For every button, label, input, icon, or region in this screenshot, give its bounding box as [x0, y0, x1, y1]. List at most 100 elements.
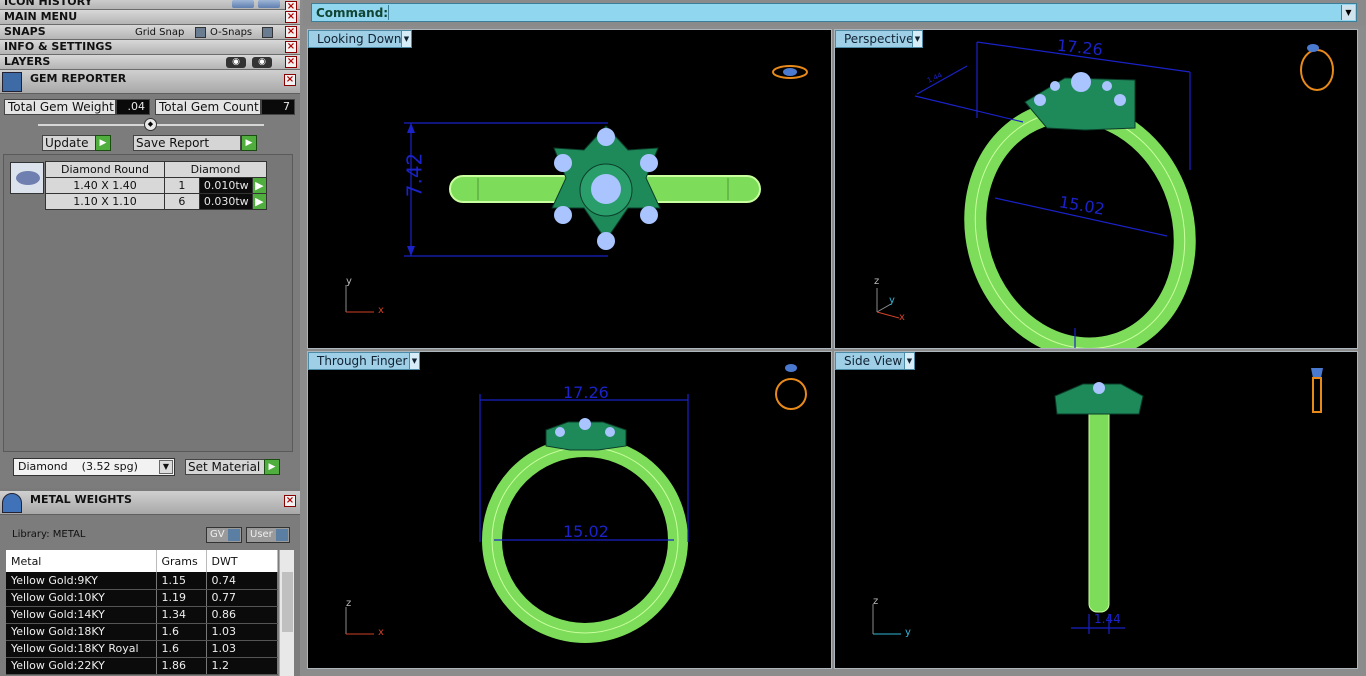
table-row[interactable]: 1.10 X 1.10 6 0.030tw ▶: [45, 193, 268, 210]
metal-grams: 1.6: [156, 640, 207, 658]
viewport-name-tab[interactable]: Looking Down ▼: [308, 30, 412, 48]
gem-weight: 0.030tw: [198, 193, 253, 210]
user-toggle[interactable]: User: [246, 527, 290, 543]
axis-label: z: [346, 598, 352, 609]
close-icon[interactable]: ×: [285, 26, 297, 38]
chevron-down-icon[interactable]: ▼: [159, 460, 173, 474]
left-panel: ICON HISTORY × MAIN MENU × SNAPS Grid Sn…: [0, 0, 300, 676]
gem-weight: 0.010tw: [198, 177, 253, 194]
set-material-go-icon[interactable]: ▶: [264, 459, 280, 475]
close-icon[interactable]: ×: [285, 11, 297, 23]
metal-grams: 1.15: [156, 572, 207, 590]
row-go-icon[interactable]: ▶: [251, 177, 268, 194]
metal-dwt: 1.03: [206, 623, 278, 641]
viewport-name-tab[interactable]: Through Finger ▼: [308, 352, 420, 370]
viewport-looking-down[interactable]: Looking Down ▼ 7.42 y x: [307, 29, 832, 349]
close-icon[interactable]: ×: [285, 41, 297, 53]
table-row[interactable]: Yellow Gold:9KY 1.15 0.74: [6, 572, 278, 590]
axis-label: z: [873, 596, 879, 607]
ring-thumbnail-icon: [1311, 368, 1323, 413]
layer-visibility-icon[interactable]: ◉: [226, 57, 246, 68]
gem-count: 1: [164, 177, 200, 194]
table-row[interactable]: 1.40 X 1.40 1 0.010tw ▶: [45, 177, 268, 194]
gv-toggle[interactable]: GV: [206, 527, 242, 543]
dimension-label: 15.02: [563, 522, 609, 541]
dwt-header: DWT: [206, 550, 278, 572]
diamond-round-icon: [10, 162, 44, 194]
snaps-header[interactable]: SNAPS Grid Snap O-Snaps ×: [0, 25, 300, 40]
chevron-down-icon[interactable]: ▼: [904, 353, 914, 369]
gem-reporter-titlebar: GEM REPORTER ×: [0, 70, 300, 94]
metal-dwt: 0.74: [206, 572, 278, 590]
chevron-down-icon[interactable]: ▼: [401, 31, 411, 47]
library-label: Library: METAL: [12, 529, 86, 540]
grid-snap-toggle[interactable]: [195, 27, 206, 38]
info-settings-header[interactable]: INFO & SETTINGS ×: [0, 40, 300, 55]
metal-table: Metal Grams DWT Yellow Gold:9KY 1.15 0.74 …: [6, 550, 278, 675]
update-button[interactable]: Update: [42, 135, 96, 151]
close-icon[interactable]: ×: [284, 74, 296, 86]
row-go-icon[interactable]: ▶: [251, 193, 268, 210]
metal-dwt: 0.86: [206, 606, 278, 624]
chevron-down-icon[interactable]: ▼: [912, 31, 922, 47]
scrollbar-thumb[interactable]: [282, 572, 293, 632]
dimension-label: 17.26: [563, 383, 609, 402]
icon-history-header[interactable]: ICON HISTORY ×: [0, 0, 300, 13]
axis-label: x: [378, 627, 384, 638]
close-icon[interactable]: ×: [285, 56, 297, 68]
viewport-side-view[interactable]: Side View ▼ 1.44 z y: [834, 351, 1358, 669]
close-icon[interactable]: ×: [284, 495, 296, 507]
layers-header[interactable]: LAYERS ◉ ◉ ×: [0, 55, 300, 70]
update-go-icon[interactable]: ▶: [95, 135, 111, 151]
viewport-name-tab[interactable]: Perspective ▼: [835, 30, 923, 48]
axis-label: y: [346, 276, 352, 287]
viewport-through-finger[interactable]: Through Finger ▼ 17.26 15.02 z x: [307, 351, 832, 669]
set-material-button[interactable]: Set Material: [185, 459, 265, 475]
gem-size: 1.10 X 1.10: [45, 193, 165, 210]
save-report-button[interactable]: Save Report: [133, 135, 241, 151]
viewport-name: Through Finger: [317, 354, 408, 368]
viewport-name-tab[interactable]: Side View ▼: [835, 352, 915, 370]
dimension-label: 1.44: [1094, 612, 1121, 626]
slider-handle[interactable]: ◆: [144, 118, 157, 131]
gem-reporter-panel: GEM REPORTER × Total Gem Weight .04 Tota…: [0, 70, 300, 488]
chevron-down-icon[interactable]: ▼: [409, 353, 419, 369]
table-row[interactable]: Yellow Gold:18KY Royal 1.6 1.03: [6, 640, 278, 658]
metal-grams: 1.19: [156, 589, 207, 607]
total-gem-weight-value: .04: [116, 99, 150, 115]
metal-grams: 1.6: [156, 623, 207, 641]
table-row[interactable]: Yellow Gold:10KY 1.19 0.77: [6, 589, 278, 607]
metal-name: Yellow Gold:10KY: [6, 589, 157, 607]
metal-weights-panel: METAL WEIGHTS × Library: METAL GV User M…: [0, 491, 300, 676]
chevron-down-icon[interactable]: ▼: [1341, 5, 1355, 20]
viewport-perspective[interactable]: Perspective ▼ 17.26 15.02 1.44 z y x: [834, 29, 1358, 349]
table-row[interactable]: Yellow Gold:22KY 1.86 1.2: [6, 657, 278, 675]
command-input[interactable]: Command: ▼: [311, 3, 1357, 22]
gem-reporter-icon: [2, 72, 22, 92]
eye-icon[interactable]: ◉: [252, 57, 272, 68]
metal-name: Yellow Gold:14KY: [6, 606, 157, 624]
axis-label: x: [378, 305, 384, 316]
metal-header: Metal: [6, 550, 157, 572]
o-snaps-label: O-Snaps: [210, 27, 253, 38]
ring-thumbnail-icon: [775, 364, 807, 410]
table-row[interactable]: Yellow Gold:18KY 1.6 1.03: [6, 623, 278, 641]
vertical-scrollbar[interactable]: [279, 550, 294, 676]
command-label: Command:: [316, 6, 389, 20]
save-report-go-icon[interactable]: ▶: [241, 135, 257, 151]
layers-label: LAYERS: [4, 55, 51, 68]
user-label: User: [250, 529, 273, 540]
main-menu-header[interactable]: MAIN MENU ×: [0, 10, 300, 25]
forward-arrow-icon[interactable]: [258, 0, 280, 8]
dimension-label: 7.42: [402, 152, 427, 198]
table-row[interactable]: Yellow Gold:14KY 1.34 0.86: [6, 606, 278, 624]
metal-dwt: 1.03: [206, 640, 278, 658]
ring-perspective-view: [876, 41, 1334, 348]
o-snaps-toggle[interactable]: [262, 27, 273, 38]
metal-dwt: 0.77: [206, 589, 278, 607]
metal-name: Yellow Gold:18KY Royal: [6, 640, 157, 658]
main-menu-label: MAIN MENU: [4, 10, 78, 23]
back-arrow-icon[interactable]: [232, 0, 254, 8]
total-gem-count-label: Total Gem Count: [155, 99, 261, 115]
material-select[interactable]: Diamond (3.52 spg) ▼: [13, 458, 175, 476]
